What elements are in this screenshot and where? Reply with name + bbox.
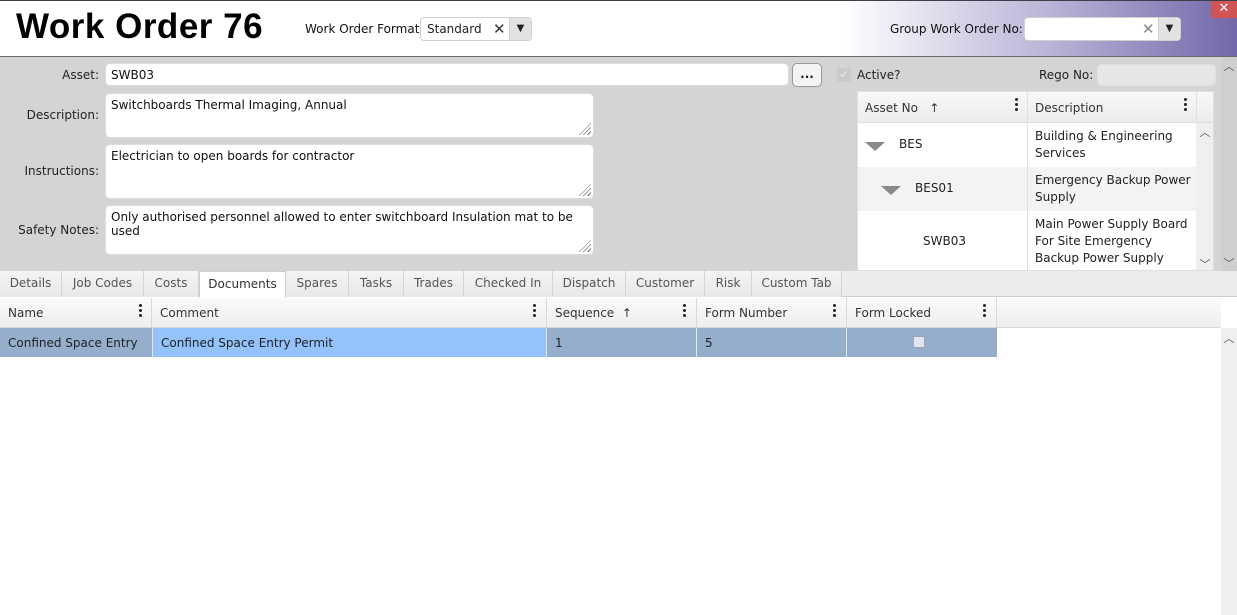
cell-sequence[interactable]: 1	[547, 328, 697, 357]
close-button[interactable]: ✕	[1211, 1, 1237, 18]
scroll-up-icon[interactable]: ︿	[1222, 330, 1236, 346]
tab-documents[interactable]: Documents	[199, 271, 286, 298]
documents-grid-header: Name Comment Sequence ↑ Form Number Form…	[0, 298, 1221, 328]
cell-comment[interactable]: Confined Space Entry Permit	[153, 328, 547, 357]
chevron-down-icon[interactable]: ▼	[1158, 18, 1180, 40]
column-divider	[1196, 92, 1197, 123]
scroll-up-icon[interactable]: ︿	[1222, 58, 1236, 74]
tab-trades[interactable]: Trades	[404, 271, 464, 297]
tab-custom-tab[interactable]: Custom Tab	[752, 271, 842, 297]
checkmark-icon: ✓	[839, 68, 849, 81]
tab-dispatch[interactable]: Dispatch	[553, 271, 626, 297]
expand-triangle-icon[interactable]	[881, 186, 901, 195]
clear-icon[interactable]: ✕	[493, 20, 506, 38]
column-header-name[interactable]: Name	[0, 298, 152, 328]
asset-input[interactable]: SWB03	[105, 63, 789, 86]
expand-triangle-icon[interactable]	[865, 142, 885, 151]
active-checkbox[interactable]: ✓	[837, 68, 851, 82]
tab-customer[interactable]: Customer	[626, 271, 705, 297]
instructions-textarea[interactable]: Electrician to open boards for contracto…	[105, 144, 594, 199]
column-menu-icon[interactable]	[983, 303, 987, 319]
tree-asset-no: BES01	[915, 181, 954, 195]
instructions-label: Instructions:	[24, 164, 99, 178]
scroll-down-icon[interactable]: ﹀	[1222, 255, 1236, 271]
column-menu-icon[interactable]	[683, 303, 687, 319]
group-work-order-select[interactable]: ✕ ▼	[1024, 17, 1181, 41]
column-divider	[1027, 123, 1028, 270]
tab-spares[interactable]: Spares	[286, 271, 349, 297]
column-header-comment[interactable]: Comment	[152, 298, 547, 328]
tree-asset-no: SWB03	[923, 234, 966, 248]
tab-details[interactable]: Details	[0, 271, 62, 297]
scroll-down-icon[interactable]: ﹀	[1198, 256, 1212, 270]
tab-risk[interactable]: Risk	[705, 271, 752, 297]
column-header-form-locked[interactable]: Form Locked	[847, 298, 997, 328]
description-textarea[interactable]: Switchboards Thermal Imaging, Annual	[105, 93, 594, 138]
rego-label: Rego No:	[1039, 68, 1094, 82]
asset-tree-header: Asset No ↑ Description	[858, 92, 1213, 123]
cell-form-number[interactable]: 5	[697, 328, 847, 357]
tree-description: Building & Engineering Services	[1035, 129, 1173, 160]
tab-costs[interactable]: Costs	[144, 271, 199, 297]
sort-asc-icon: ↑	[929, 101, 940, 115]
column-header-form-number[interactable]: Form Number	[697, 298, 847, 328]
tab-tasks[interactable]: Tasks	[349, 271, 404, 297]
column-divider	[1027, 92, 1028, 123]
column-header-sequence[interactable]: Sequence ↑	[547, 298, 697, 328]
tree-scrollbar[interactable]: ︿ ﹀	[1196, 123, 1213, 270]
work-order-format-select[interactable]: Standard ✕ ▼	[420, 17, 532, 41]
tree-description: Main Power Supply Board For Site Emergenc…	[1035, 217, 1188, 265]
scroll-up-icon[interactable]: ︿	[1198, 124, 1212, 140]
safety-notes-textarea[interactable]: Only authorised personnel allowed to ent…	[105, 205, 594, 255]
sort-asc-icon: ↑	[621, 306, 632, 320]
column-menu-icon[interactable]	[139, 303, 143, 319]
description-label: Description:	[26, 108, 99, 122]
column-menu-icon[interactable]	[1184, 97, 1188, 113]
work-order-form: Asset: SWB03 ... Description: Switchboar…	[0, 57, 1237, 271]
form-locked-checkbox[interactable]	[913, 336, 925, 348]
group-work-order-label: Group Work Order No:	[890, 22, 1023, 36]
safety-notes-label: Safety Notes:	[18, 223, 99, 237]
active-label: Active?	[857, 68, 901, 82]
work-order-format-value: Standard	[427, 22, 482, 36]
work-order-format-label: Work Order Format	[305, 22, 420, 36]
tree-asset-no: BES	[899, 137, 923, 151]
page-title: Work Order 76	[16, 7, 264, 46]
asset-browse-button[interactable]: ...	[792, 63, 822, 87]
table-row[interactable]: Confined Space Entry Confined Space Entr…	[0, 328, 997, 357]
asset-label: Asset:	[62, 68, 99, 82]
column-menu-icon[interactable]	[533, 303, 537, 319]
column-menu-icon[interactable]	[833, 303, 837, 319]
clear-icon[interactable]: ✕	[1142, 20, 1155, 38]
column-menu-icon[interactable]	[1015, 97, 1019, 113]
tab-bar: Details Job Codes Costs Documents Spares…	[0, 271, 1237, 298]
column-header-asset-no[interactable]: Asset No ↑	[865, 101, 939, 115]
form-scrollbar[interactable]: ︿ ﹀	[1221, 57, 1237, 271]
rego-input[interactable]	[1097, 64, 1216, 86]
window-header: Work Order 76 Work Order Format Standard…	[0, 0, 1237, 57]
tab-checked-in[interactable]: Checked In	[464, 271, 553, 297]
cell-name[interactable]: Confined Space Entry	[0, 328, 153, 357]
tab-job-codes[interactable]: Job Codes	[62, 271, 144, 297]
documents-grid-scrollbar[interactable]: ︿	[1221, 328, 1237, 615]
chevron-down-icon[interactable]: ▼	[509, 18, 531, 40]
asset-tree-grid: Asset No ↑ Description BES Building & En…	[857, 91, 1214, 271]
tree-description: Emergency Backup Power Supply	[1035, 173, 1191, 204]
cell-form-locked[interactable]	[847, 328, 997, 357]
column-header-description[interactable]: Description	[1035, 101, 1103, 115]
